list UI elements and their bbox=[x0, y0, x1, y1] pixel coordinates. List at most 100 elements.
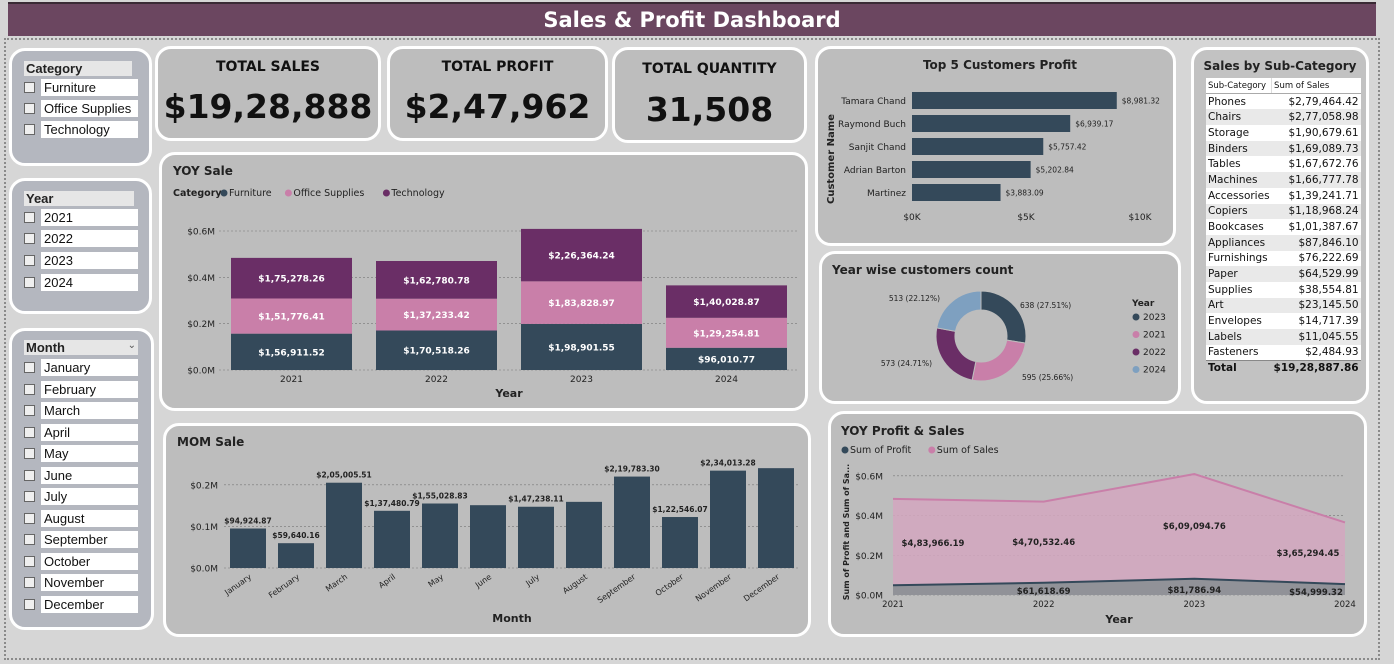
bar[interactable] bbox=[758, 468, 794, 568]
checkbox-icon[interactable] bbox=[24, 233, 35, 244]
month-item-february[interactable]: February bbox=[24, 380, 138, 398]
donut-slice[interactable] bbox=[971, 339, 1027, 382]
x-tick-label: $5K bbox=[1017, 213, 1035, 223]
total-quantity-value: 31,508 bbox=[645, 90, 774, 129]
bar[interactable] bbox=[470, 505, 506, 568]
year-item-2024[interactable]: 2024 bbox=[24, 274, 138, 291]
bar[interactable] bbox=[518, 506, 554, 568]
checkbox-icon[interactable] bbox=[24, 534, 35, 545]
x-tick-label: April bbox=[377, 572, 397, 590]
month-item-label: July bbox=[41, 488, 138, 505]
bar[interactable] bbox=[614, 476, 650, 568]
bar[interactable] bbox=[912, 115, 1071, 132]
total-label: Total bbox=[1206, 359, 1272, 377]
year-customers-chart: Year wise customers count 638 (27.51%) 595… bbox=[831, 263, 1166, 382]
bar[interactable] bbox=[374, 510, 410, 568]
data-label: $1,22,546.07 bbox=[652, 505, 708, 514]
category-item-furniture[interactable]: Furniture bbox=[24, 79, 138, 96]
chevron-down-icon[interactable]: ⌄ bbox=[128, 340, 136, 355]
data-label: 513 (22.12%) bbox=[889, 294, 940, 303]
sales-cell: $87,846.10 bbox=[1298, 236, 1359, 249]
year-item-2022[interactable]: 2022 bbox=[24, 230, 138, 247]
month-item-november[interactable]: November bbox=[24, 574, 138, 591]
sales-cell: $1,67,672.76 bbox=[1288, 158, 1359, 171]
bar[interactable] bbox=[912, 92, 1117, 109]
bar[interactable] bbox=[278, 543, 314, 568]
checkbox-icon[interactable] bbox=[24, 512, 35, 524]
column-header-sales[interactable]: Sum of Sales bbox=[1271, 78, 1361, 95]
checkbox-icon[interactable] bbox=[24, 555, 35, 567]
legend-marker bbox=[1132, 313, 1140, 321]
column-header-subcategory[interactable]: Sub-Category bbox=[1206, 78, 1272, 95]
checkbox-icon[interactable] bbox=[24, 426, 35, 438]
month-item-april[interactable]: April bbox=[24, 423, 138, 441]
legend-marker bbox=[1132, 348, 1140, 356]
month-item-december[interactable]: December bbox=[24, 595, 138, 613]
bar[interactable] bbox=[326, 482, 362, 568]
x-tick-label: October bbox=[654, 572, 686, 598]
donut-slice[interactable] bbox=[980, 290, 1027, 344]
bar[interactable] bbox=[422, 503, 458, 568]
category-item-office-supplies[interactable]: Office Supplies bbox=[24, 100, 138, 117]
bar[interactable] bbox=[662, 517, 698, 568]
month-item-september[interactable]: September bbox=[24, 531, 138, 548]
data-label: $5,202.84 bbox=[1036, 166, 1074, 175]
chart-title: Year wise customers count bbox=[831, 263, 1014, 277]
month-item-august[interactable]: August bbox=[24, 509, 138, 527]
month-item-may[interactable]: May bbox=[24, 445, 138, 462]
legend-label: Furniture bbox=[229, 188, 272, 199]
x-tick-label: September bbox=[596, 572, 638, 605]
table-header: Sub-Category Sum of Sales bbox=[1206, 78, 1361, 95]
bar[interactable] bbox=[912, 161, 1031, 178]
data-label: $1,40,028.87 bbox=[693, 298, 760, 308]
x-tick-label: February bbox=[267, 572, 301, 600]
bar[interactable] bbox=[230, 528, 266, 568]
checkbox-icon[interactable] bbox=[24, 469, 35, 481]
checkbox-icon[interactable] bbox=[24, 124, 35, 135]
month-item-july[interactable]: July bbox=[24, 488, 138, 505]
checkbox-icon[interactable] bbox=[24, 277, 35, 288]
checkbox-icon[interactable] bbox=[24, 448, 35, 459]
data-label: $1,55,028.83 bbox=[412, 492, 468, 501]
sales-cell: $1,69,089.73 bbox=[1288, 142, 1359, 155]
checkbox-icon[interactable] bbox=[24, 103, 35, 114]
subcategory-cell: Accessories bbox=[1208, 189, 1270, 202]
table-row: Binders $1,69,089.73 bbox=[1206, 140, 1361, 157]
donut-slice[interactable] bbox=[935, 327, 977, 381]
bar[interactable] bbox=[912, 184, 1001, 201]
checkbox-icon[interactable] bbox=[24, 362, 35, 373]
checkbox-icon[interactable] bbox=[24, 212, 35, 223]
year-item-2021[interactable]: 2021 bbox=[24, 209, 138, 226]
year-slicer-title: Year bbox=[24, 191, 134, 206]
checkbox-icon[interactable] bbox=[24, 405, 35, 416]
bar[interactable] bbox=[912, 138, 1044, 155]
table-row: Art $23,145.50 bbox=[1206, 297, 1361, 314]
checkbox-icon[interactable] bbox=[24, 491, 35, 502]
donut-slice[interactable] bbox=[936, 290, 982, 332]
month-item-march[interactable]: March bbox=[24, 402, 138, 419]
data-label: $5,757.42 bbox=[1048, 143, 1086, 152]
table-row: Appliances $87,846.10 bbox=[1206, 234, 1361, 251]
month-item-october[interactable]: October bbox=[24, 552, 138, 570]
bar[interactable] bbox=[566, 501, 602, 568]
checkbox-icon[interactable] bbox=[24, 255, 35, 266]
month-item-label: January bbox=[41, 359, 138, 376]
checkbox-icon[interactable] bbox=[24, 577, 35, 588]
bar[interactable] bbox=[710, 470, 746, 568]
checkbox-icon[interactable] bbox=[24, 598, 35, 610]
sales-cell: $1,90,679.61 bbox=[1288, 126, 1359, 139]
category-item-technology[interactable]: Technology bbox=[24, 121, 138, 138]
legend-label: Sum of Profit bbox=[850, 445, 912, 456]
year-item-2023[interactable]: 2023 bbox=[24, 252, 138, 269]
total-quantity-label: TOTAL QUANTITY bbox=[642, 61, 777, 77]
month-item-june[interactable]: June bbox=[24, 466, 138, 484]
dashboard-page: { "title": "Sales & Profit Dashboard", "… bbox=[0, 0, 1394, 664]
month-item-january[interactable]: January bbox=[24, 359, 138, 376]
checkbox-icon[interactable] bbox=[24, 383, 35, 395]
sales-area[interactable] bbox=[893, 474, 1345, 595]
table-row: Envelopes $14,717.39 bbox=[1206, 313, 1361, 329]
table-row: Bookcases $1,01,387.67 bbox=[1206, 219, 1361, 235]
legend-label: Sum of Sales bbox=[937, 445, 999, 456]
checkbox-icon[interactable] bbox=[24, 82, 35, 93]
subcategory-cell: Bookcases bbox=[1208, 221, 1264, 234]
